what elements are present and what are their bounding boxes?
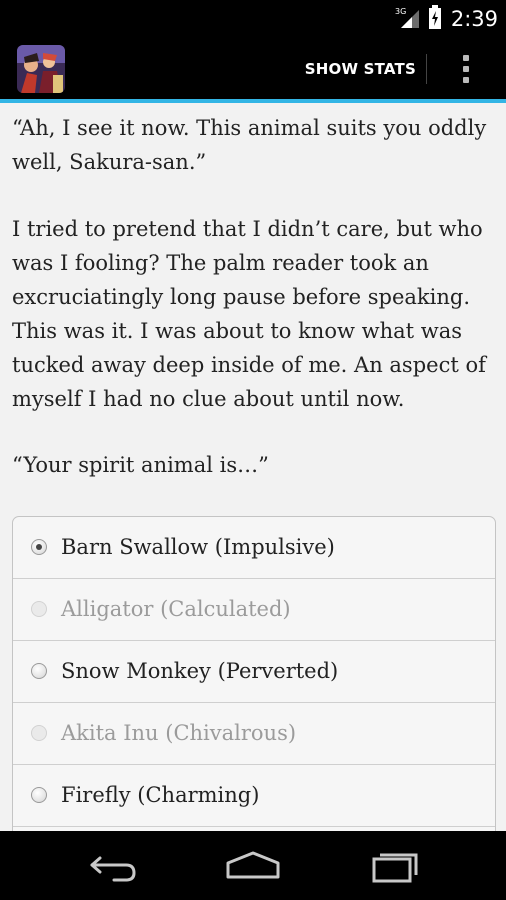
network-signal-icon: 3G (395, 5, 423, 33)
recent-apps-icon[interactable] (360, 843, 430, 889)
back-icon[interactable] (78, 843, 148, 889)
radio-selected-icon[interactable] (31, 539, 47, 555)
show-stats-button[interactable]: SHOW STATS (305, 37, 416, 101)
action-bar-divider (426, 54, 427, 84)
svg-text:3G: 3G (395, 7, 406, 16)
radio-unselected-icon[interactable] (31, 787, 47, 803)
choice-alligator: Alligator (Calculated) (13, 579, 495, 641)
story-paragraph: “Ah, I see it now. This animal suits you… (12, 116, 487, 174)
story-paragraph: I tried to pretend that I didn’t care, b… (12, 217, 486, 411)
radio-disabled-icon (31, 725, 47, 741)
choice-label: Firefly (Charming) (61, 783, 260, 807)
home-icon[interactable] (218, 843, 288, 889)
choice-label: Snow Monkey (Perverted) (61, 659, 339, 683)
overflow-menu-icon[interactable] (446, 47, 486, 91)
story-cover-icon[interactable] (17, 45, 65, 93)
navigation-bar (0, 831, 506, 900)
choice-label: Barn Swallow (Impulsive) (61, 535, 335, 559)
screen: 3G 2:39 SHOW STATS “Ah, I see it now. Th… (0, 0, 506, 900)
choice-label: Alligator (Calculated) (61, 597, 291, 621)
choice-label: Akita Inu (Chivalrous) (61, 721, 297, 745)
choice-firefly[interactable]: Firefly (Charming) (13, 765, 495, 827)
action-bar: SHOW STATS (0, 37, 506, 101)
story-paragraph: “Your spirit animal is…” (12, 453, 269, 477)
choice-barn-swallow[interactable]: Barn Swallow (Impulsive) (13, 517, 495, 579)
battery-icon (428, 4, 441, 33)
radio-unselected-icon[interactable] (31, 663, 47, 679)
status-bar: 3G 2:39 (0, 0, 506, 37)
radio-disabled-icon (31, 601, 47, 617)
status-icons: 3G 2:39 (395, 0, 498, 37)
choice-list: Barn Swallow (Impulsive) Alligator (Calc… (12, 516, 496, 831)
story-content[interactable]: “Ah, I see it now. This animal suits you… (0, 103, 506, 831)
choice-akita-inu: Akita Inu (Chivalrous) (13, 703, 495, 765)
status-time: 2:39 (450, 6, 498, 31)
choice-snow-monkey[interactable]: Snow Monkey (Perverted) (13, 641, 495, 703)
